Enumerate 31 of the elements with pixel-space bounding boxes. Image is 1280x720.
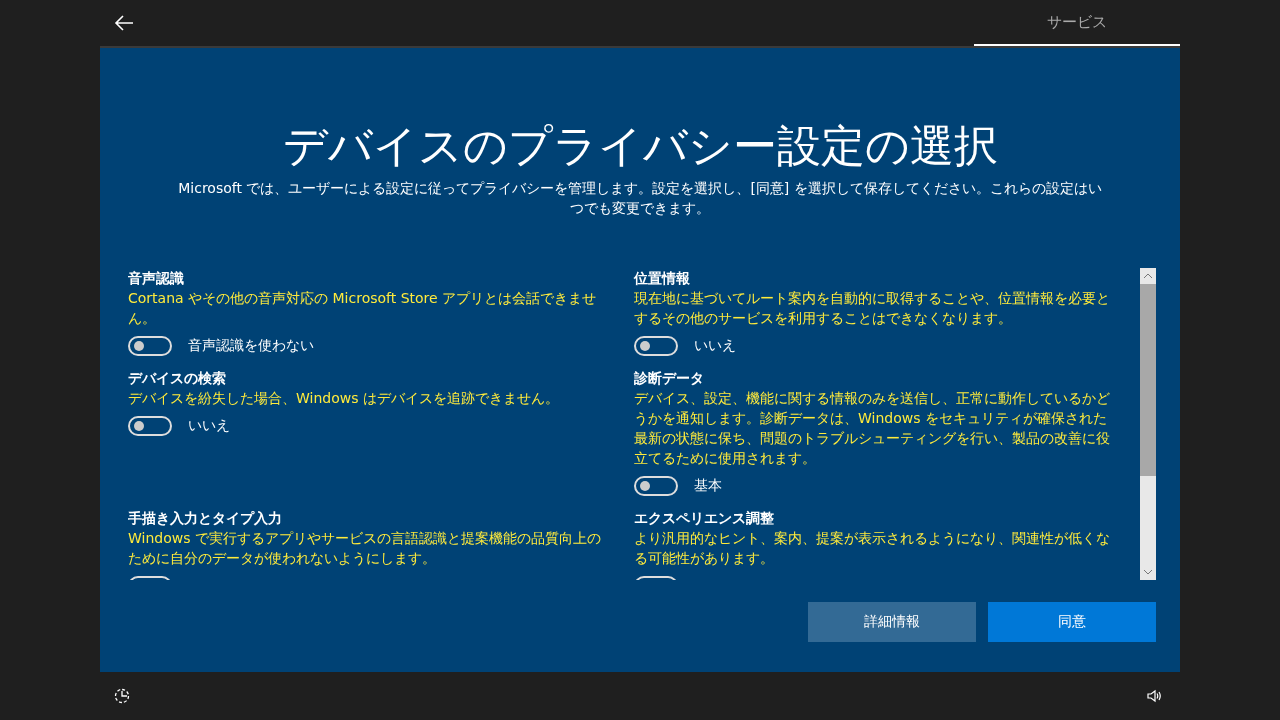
toggle-label: いいえ [188, 417, 230, 435]
toggle-label: いいえ [694, 337, 736, 355]
agree-button[interactable]: 同意 [988, 602, 1156, 642]
speaker-icon[interactable] [1146, 689, 1162, 703]
scroll-up-icon[interactable] [1143, 273, 1153, 279]
more-info-button[interactable]: 詳細情報 [808, 602, 976, 642]
scroll-down-icon[interactable] [1143, 569, 1153, 575]
setting-description: 現在地に基づいてルート案内を自動的に取得することや、位置情報を必要とするその他のサービスを利用することはできなくなります。 [634, 289, 1111, 328]
page-description: Microsoft では、ユーザーによる設定に従ってプライバシーを管理します。設定を選択し、[同意] を選択して保存してください。これらの設定はいつでも変更できます。 [178, 179, 1102, 218]
setting-title: 手描き入力とタイプ入力 [128, 509, 283, 528]
toggle-label: 音声認識を使わない [188, 337, 314, 355]
page-title: デバイスのプライバシー設定の選択 [281, 119, 999, 173]
scrollbar-thumb[interactable] [1140, 284, 1156, 476]
setting-title: エクスペリエンス調整 [634, 509, 775, 528]
toggle-switch[interactable] [128, 336, 172, 356]
setting-title: デバイスの検索 [128, 369, 227, 388]
setting-description: より汎用的なヒント、案内、提案が表示されるようになり、関連性が低くなる可能性があります。 [634, 529, 1111, 568]
setting-description: Cortana やその他の音声対応の Microsoft Store アプリとは会話できません。 [128, 289, 598, 328]
setting-description: Windows で実行するアプリやサービスの言語認識と提案機能の品質向上のために自分のデータが使われないようにします。 [128, 529, 602, 568]
toggle-switch[interactable] [128, 416, 172, 436]
setting-description: デバイスを紛失した場合、Windows はデバイスを追跡できません。 [128, 389, 560, 408]
scrollbar[interactable] [1140, 268, 1156, 580]
toggle-label: 基本 [694, 477, 722, 495]
setting-title: 診断データ [634, 369, 705, 388]
toggle-switch[interactable] [634, 476, 678, 496]
accessibility-icon[interactable] [114, 687, 132, 705]
setting-title: 音声認識 [128, 269, 185, 288]
setting-description: デバイス、設定、機能に関する情報のみを送信し、正常に動作しているかどうかを通知します。診断データは、Windows をセキュリティが確保された最新の状態に保ち、問題のトラブルシューティングを行い、製品の改善に役立てるために使用されます。 [634, 389, 1111, 468]
back-arrow-icon[interactable] [114, 15, 134, 31]
setting-title: 位置情報 [634, 269, 691, 288]
toggle-switch[interactable] [634, 336, 678, 356]
